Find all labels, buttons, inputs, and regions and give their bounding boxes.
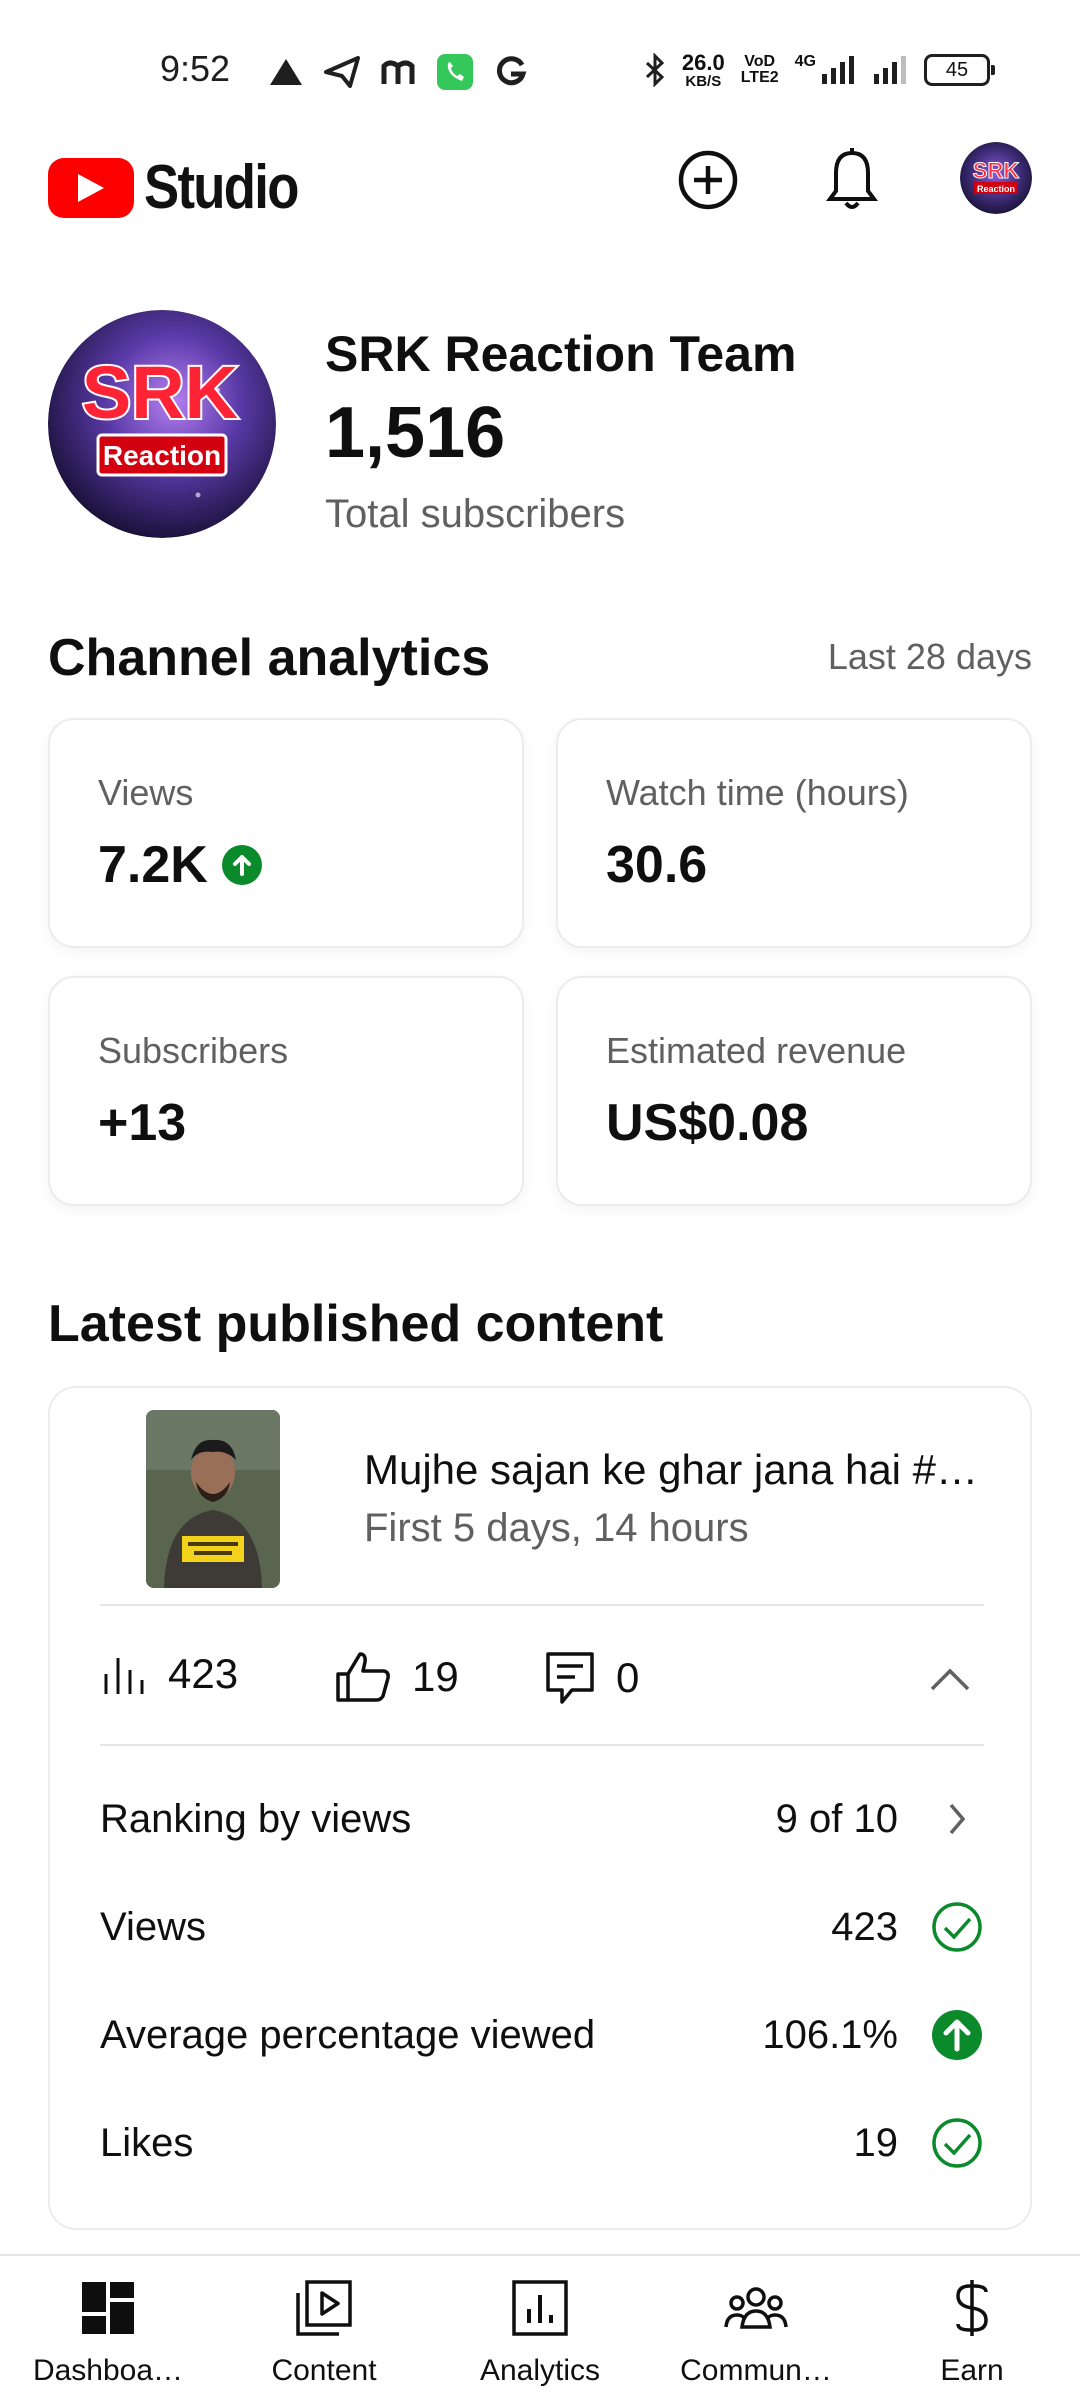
plus-circle-icon xyxy=(678,150,738,210)
check-circle-icon xyxy=(930,1900,984,1954)
youtube-play-icon xyxy=(48,157,134,218)
phone-icon xyxy=(437,54,473,90)
metric-views: Views 423 xyxy=(100,1892,984,1962)
create-button[interactable] xyxy=(668,140,748,220)
subscribers-card[interactable]: Subscribers +13 xyxy=(48,976,524,1206)
card-label: Subscribers xyxy=(98,1030,289,1071)
bottom-navigation: Dashboa… Content Analytics Commun… Earn xyxy=(0,2254,1080,2400)
logo-text: Studio xyxy=(144,153,299,222)
arrow-up-circle-icon xyxy=(930,2008,984,2062)
chevron-right-icon xyxy=(930,1792,984,1846)
m-icon xyxy=(381,60,415,84)
metric-likes: Likes 19 xyxy=(100,2108,984,2178)
content-icon xyxy=(292,2276,356,2340)
nav-analytics[interactable]: Analytics xyxy=(432,2256,648,2400)
svg-text:Reaction: Reaction xyxy=(977,184,1015,194)
status-bar: 9:52 26.0 KB/S VoD LTE2 4G 45 xyxy=(0,0,1080,140)
watch-time-card[interactable]: Watch time (hours) 30.6 xyxy=(556,718,1032,948)
nav-community[interactable]: Commun… xyxy=(648,2256,864,2400)
person-thumbnail-icon xyxy=(146,1410,280,1588)
notifications-button[interactable] xyxy=(812,140,892,220)
svg-text:Reaction: Reaction xyxy=(103,440,221,471)
dollar-icon xyxy=(940,2276,1004,2340)
nav-earn[interactable]: Earn xyxy=(864,2256,1080,2400)
card-value: US$0.08 xyxy=(606,1094,809,1152)
send-icon xyxy=(324,56,360,88)
community-icon xyxy=(724,2276,788,2340)
youtube-studio-logo[interactable]: Studio xyxy=(48,152,325,223)
channel-avatar[interactable]: SRK Reaction xyxy=(48,310,276,538)
analytics-icon xyxy=(508,2276,572,2340)
bluetooth-icon xyxy=(645,53,665,87)
app-bar: Studio SRK Reaction xyxy=(0,140,1080,250)
card-label: Watch time (hours) xyxy=(606,772,909,813)
chevron-up-icon xyxy=(930,1668,970,1691)
svg-text:SRK: SRK xyxy=(973,158,1020,183)
metric-ranking[interactable]: Ranking by views 9 of 10 xyxy=(100,1784,984,1854)
signal-4g: 4G xyxy=(795,54,856,86)
channel-logo-icon: SRK Reaction xyxy=(48,310,276,538)
card-label: Views xyxy=(98,772,194,813)
video-title[interactable]: Mujhe sajan ke ghar jana hai #comedy xyxy=(364,1446,984,1494)
subscriber-count: 1,516 xyxy=(325,393,506,473)
channel-name: SRK Reaction Team xyxy=(325,326,797,382)
video-thumbnail[interactable] xyxy=(146,1410,280,1588)
signal-icon xyxy=(822,56,854,84)
network-speed: 26.0 KB/S xyxy=(681,49,725,90)
nav-dashboard[interactable]: Dashboa… xyxy=(0,2256,216,2400)
bell-icon xyxy=(826,148,878,209)
dashboard-icon xyxy=(76,2276,140,2340)
nav-content[interactable]: Content xyxy=(216,2256,432,2400)
channel-avatar-icon: SRK Reaction xyxy=(960,142,1032,214)
signal-icon-2 xyxy=(874,56,906,84)
system-icons: 26.0 KB/S VoD LTE2 4G 45 xyxy=(644,48,995,92)
comments-stat: 0 xyxy=(544,1650,639,1706)
metric-avg-percentage: Average percentage viewed 106.1% xyxy=(100,2000,984,2070)
views-card[interactable]: Views 7.2K xyxy=(48,718,524,948)
comment-icon xyxy=(546,1652,594,1704)
check-circle-icon xyxy=(930,2116,984,2170)
channel-header: SRK Reaction SRK Reaction Team 1,516 Tot… xyxy=(48,310,1032,540)
latest-content-title: Latest published content xyxy=(48,1295,664,1353)
views-stat: 423 xyxy=(100,1650,238,1698)
card-value: 7.2K xyxy=(98,835,262,895)
account-avatar[interactable]: SRK Reaction xyxy=(960,142,1032,214)
card-value: +13 xyxy=(98,1094,187,1152)
volte-indicator: VoD LTE2 xyxy=(740,53,779,86)
divider xyxy=(100,1604,984,1606)
video-age: First 5 days, 14 hours xyxy=(364,1506,749,1550)
divider xyxy=(100,1744,984,1746)
battery-icon: 45 xyxy=(924,54,995,86)
latest-content-card: Mujhe sajan ke ghar jana hai #comedy Fir… xyxy=(48,1386,1032,2230)
notification-icons xyxy=(268,50,528,94)
likes-stat: 19 xyxy=(334,1650,459,1704)
revenue-card[interactable]: Estimated revenue US$0.08 xyxy=(556,976,1032,1206)
analytics-range: Last 28 days xyxy=(827,636,1032,677)
collapse-button[interactable] xyxy=(920,1650,980,1710)
thumbs-up-icon xyxy=(336,1652,390,1702)
channel-analytics-title: Channel analytics xyxy=(48,629,491,687)
trend-up-icon xyxy=(221,845,262,885)
triangle-icon xyxy=(270,59,302,85)
card-label: Estimated revenue xyxy=(606,1030,907,1071)
subscriber-label: Total subscribers xyxy=(325,492,626,536)
card-value: 30.6 xyxy=(606,836,708,894)
bar-chart-icon xyxy=(104,1658,144,1694)
svg-text:SRK: SRK xyxy=(82,351,238,434)
status-time: 9:52 xyxy=(160,48,231,89)
g-icon xyxy=(496,56,527,86)
